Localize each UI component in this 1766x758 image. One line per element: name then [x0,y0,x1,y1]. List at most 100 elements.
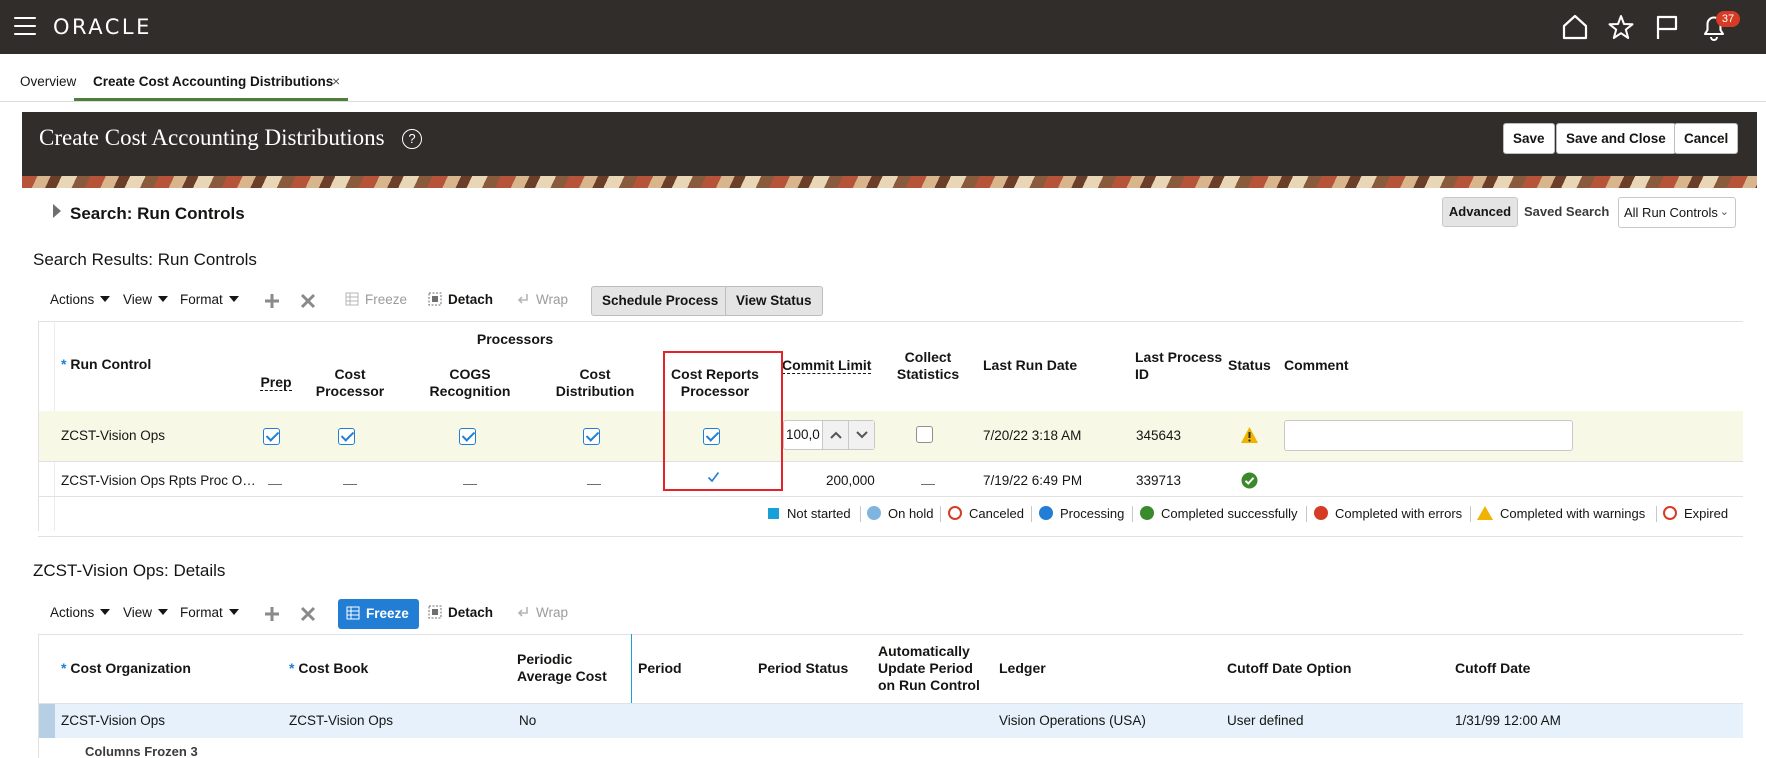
cost-distribution-header[interactable]: Cost Distribution [545,366,645,400]
freeze-button[interactable]: Freeze [338,599,419,629]
last-process-id-header[interactable]: Last Process ID [1135,349,1225,383]
close-tab-icon[interactable]: × [332,73,340,89]
columns-frozen-footer: Columns Frozen 3 [85,744,198,758]
wrap-icon [517,607,528,617]
favorites-icon[interactable] [1607,13,1635,41]
chevron-down-icon [855,431,868,439]
freeze-button[interactable]: Freeze [345,292,407,307]
collect-statistics-header[interactable]: Collect Statistics [884,349,972,383]
cost-processor-header[interactable]: Cost Processor [306,366,394,400]
legend-label: On hold [888,506,934,521]
wrap-button[interactable]: Wrap [516,605,568,620]
last-run-date-cell: 7/19/22 6:49 PM [983,473,1083,488]
advanced-search-button[interactable]: Advanced [1442,197,1518,227]
actions-label: Actions [50,605,95,620]
warning-icon[interactable] [1240,426,1259,444]
add-row-icon[interactable] [264,606,280,622]
home-icon[interactable] [1561,13,1589,41]
tab-overview[interactable]: Overview [20,74,76,89]
prep-header[interactable]: Prep [258,374,294,391]
increment-button[interactable] [822,421,848,449]
cost-processor-checkbox[interactable] [338,428,355,445]
detach-icon [428,292,442,306]
on-hold-icon [867,506,881,520]
cutoff-date-option-cell: User defined [1227,713,1304,728]
canceled-icon [948,506,962,520]
save-button[interactable]: Save [1503,123,1555,154]
cogs-recognition-header[interactable]: COGS Recognition [420,366,520,400]
commit-limit-header[interactable]: Commit Limit [782,357,872,374]
global-header: ORACLE 37 [0,0,1766,54]
periodic-average-cost-header[interactable]: Periodic Average Cost [517,651,621,685]
view-menu[interactable]: View [123,605,169,620]
ledger-header[interactable]: Ledger [999,660,1046,677]
save-and-close-button[interactable]: Save and Close [1556,123,1676,154]
page-title: Create Cost Accounting Distributions [39,125,385,150]
prep-checkbox[interactable] [263,428,280,445]
cogs-recognition-checkbox[interactable] [459,428,476,445]
wrap-button[interactable]: Wrap [516,292,568,307]
success-icon [1140,506,1154,520]
saved-search-select[interactable]: All Run Controls ⌄ [1618,197,1736,228]
expand-search-icon[interactable] [53,204,61,218]
decrement-button[interactable] [848,421,874,449]
success-icon[interactable] [1241,472,1258,489]
commit-limit-stepper[interactable]: 100,0 [783,420,875,450]
detach-button[interactable]: Detach [428,605,493,620]
actions-label: Actions [50,292,95,307]
columns-frozen-label: Columns Frozen [85,744,187,758]
status-header[interactable]: Status [1228,357,1271,374]
commit-limit-input[interactable]: 100,0 [786,427,824,442]
run-control-header[interactable]: * Run Control [61,356,151,373]
period-status-header[interactable]: Period Status [758,660,848,677]
cost-distribution-checkbox[interactable] [583,428,600,445]
legend-label: Not started [787,506,851,521]
detach-label: Detach [448,605,494,620]
legend-canceled: Canceled [948,506,1024,521]
help-icon[interactable]: ? [402,129,422,149]
navigator-menu-icon[interactable] [14,17,36,36]
auto-update-period-header[interactable]: Automatically Update Period on Run Contr… [878,643,986,694]
legend-label: Expired [1684,506,1729,521]
comment-header[interactable]: Comment [1284,357,1349,374]
delete-row-icon[interactable] [300,606,316,622]
last-run-date-header[interactable]: Last Run Date [983,357,1077,374]
format-menu[interactable]: Format [180,605,239,620]
active-tab-indicator [74,98,348,101]
comment-input[interactable] [1284,420,1573,451]
wrap-icon [517,294,528,304]
detach-button[interactable]: Detach [428,292,493,307]
cutoff-date-option-header[interactable]: Cutoff Date Option [1227,660,1351,677]
tab-create-cost-accounting-distributions[interactable]: Create Cost Accounting Distributions [93,74,333,89]
delete-row-icon[interactable] [300,293,316,309]
legend-label: Completed with errors [1335,506,1463,521]
cost-organization-header[interactable]: * Cost Organization [61,660,191,677]
watchlist-flag-icon[interactable] [1653,13,1681,41]
collect-statistics-checkbox[interactable] [916,426,933,443]
cancel-button[interactable]: Cancel [1674,123,1739,154]
expired-icon [1663,506,1677,520]
view-status-button[interactable]: View Status [725,286,823,316]
cutoff-date-cell: 1/31/99 12:00 AM [1455,713,1561,728]
legend-completed-successfully: Completed successfully [1140,506,1298,521]
period-header[interactable]: Period [638,660,682,677]
last-process-id-cell: 339713 [1136,473,1182,488]
tab-bar: Overview Create Cost Accounting Distribu… [0,54,1766,102]
ledger-cell: Vision Operations (USA) [999,713,1146,728]
view-menu[interactable]: View [123,292,169,307]
commit-limit-cell: 200,000 [826,473,875,488]
cost-book-header[interactable]: * Cost Book [289,660,368,677]
add-row-icon[interactable] [264,293,280,309]
row-selector[interactable] [39,704,55,738]
format-menu[interactable]: Format [180,292,239,307]
run-control-cell: ZCST-Vision Ops [61,428,166,443]
cutoff-date-header[interactable]: Cutoff Date [1455,660,1530,677]
schedule-process-button[interactable]: Schedule Process [591,286,730,316]
results-toolbar: Actions View Format Freeze Detach Wrap S… [50,286,850,316]
actions-menu[interactable]: Actions [50,605,111,620]
chevron-up-icon [829,431,842,439]
search-section-title[interactable]: Search: Run Controls [70,204,245,224]
legend-processing: Processing [1039,506,1124,521]
decorative-banner-pattern [22,176,1757,188]
actions-menu[interactable]: Actions [50,292,111,307]
